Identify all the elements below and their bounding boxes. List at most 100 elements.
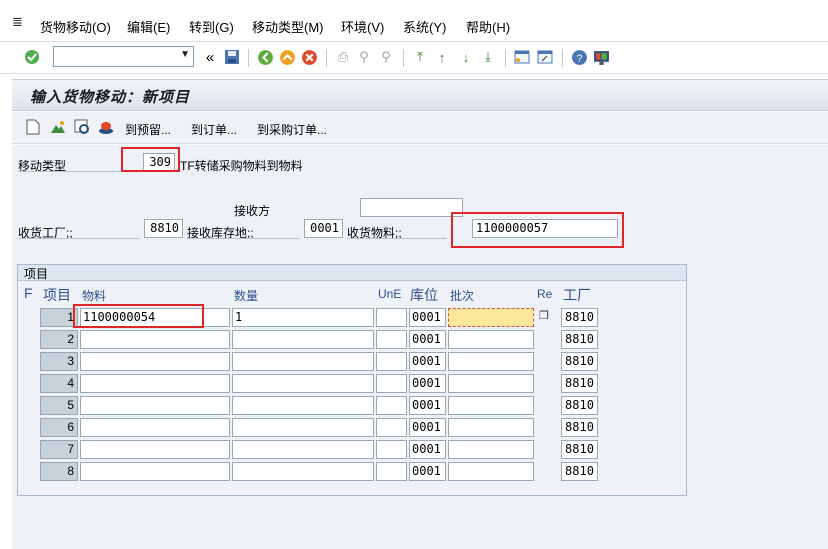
sloc-cell[interactable]: 0001: [409, 330, 446, 349]
menu-list-icon[interactable]: ≣: [12, 14, 23, 30]
material-cell[interactable]: [80, 462, 230, 481]
mountain-icon[interactable]: [50, 119, 66, 138]
shortcut-icon[interactable]: [535, 47, 555, 67]
row-number[interactable]: 5: [40, 396, 78, 415]
plant-cell[interactable]: 8810: [561, 440, 598, 459]
plant-cell[interactable]: 8810: [561, 396, 598, 415]
to-order-button[interactable]: 到订单...: [191, 121, 237, 138]
print-icon[interactable]: ⎙: [333, 47, 353, 67]
sloc-cell[interactable]: 0001: [409, 308, 446, 327]
back-double-arrow-icon[interactable]: «: [200, 47, 220, 67]
col-header-batch[interactable]: 批次: [450, 287, 474, 304]
une-cell[interactable]: [376, 330, 407, 349]
quantity-cell[interactable]: [232, 462, 374, 481]
batch-cell[interactable]: [448, 352, 534, 371]
plant-cell[interactable]: 8810: [561, 374, 598, 393]
next-page-icon[interactable]: ↓: [456, 47, 476, 67]
prev-page-icon[interactable]: ↑: [432, 47, 452, 67]
help-icon[interactable]: ?: [569, 47, 589, 67]
find-icon[interactable]: ⚲: [354, 47, 374, 67]
menu-goto[interactable]: 转到(G): [189, 17, 234, 36]
row-number[interactable]: 1: [40, 308, 78, 327]
sloc-cell[interactable]: 0001: [409, 396, 446, 415]
material-cell[interactable]: 1100000054: [80, 308, 230, 327]
une-cell[interactable]: [376, 352, 407, 371]
menu-environment[interactable]: 环境(V): [341, 17, 384, 36]
une-cell[interactable]: [376, 440, 407, 459]
receiver-field[interactable]: [360, 198, 463, 217]
find-next-icon[interactable]: ⚲: [376, 47, 396, 67]
material-cell[interactable]: [80, 418, 230, 437]
une-cell[interactable]: [376, 308, 407, 327]
to-reservation-button[interactable]: 到预留...: [125, 121, 171, 138]
menu-edit[interactable]: 编辑(E): [127, 17, 170, 36]
to-purchase-order-button[interactable]: 到采购订单...: [257, 121, 327, 138]
row-number[interactable]: 2: [40, 330, 78, 349]
chevron-down-icon[interactable]: ▼: [180, 49, 190, 60]
quantity-cell[interactable]: [232, 418, 374, 437]
menu-help[interactable]: 帮助(H): [466, 17, 510, 36]
col-header-sloc[interactable]: 库位: [410, 285, 438, 305]
quantity-cell[interactable]: [232, 440, 374, 459]
copy-icon[interactable]: ❐: [537, 310, 551, 324]
cancel-icon[interactable]: [299, 47, 319, 67]
quantity-cell[interactable]: [232, 374, 374, 393]
material-cell[interactable]: [80, 330, 230, 349]
row-number[interactable]: 7: [40, 440, 78, 459]
material-cell[interactable]: [80, 352, 230, 371]
quantity-cell[interactable]: [232, 352, 374, 371]
sloc-cell[interactable]: 0001: [409, 418, 446, 437]
une-cell[interactable]: [376, 462, 407, 481]
quantity-cell[interactable]: 1: [232, 308, 374, 327]
exit-icon[interactable]: [277, 47, 297, 67]
batch-cell[interactable]: [448, 396, 534, 415]
col-header-material[interactable]: 物料: [82, 287, 106, 304]
une-cell[interactable]: [376, 418, 407, 437]
hold-icon[interactable]: [98, 119, 114, 138]
plant-cell[interactable]: 8810: [561, 308, 598, 327]
row-number[interactable]: 6: [40, 418, 78, 437]
sloc-cell[interactable]: 0001: [409, 374, 446, 393]
col-header-item[interactable]: 项目: [43, 285, 71, 305]
batch-cell[interactable]: [448, 330, 534, 349]
movement-type-field[interactable]: 309: [143, 153, 175, 172]
row-number[interactable]: 4: [40, 374, 78, 393]
first-page-icon[interactable]: ⤒: [410, 47, 430, 67]
customize-layout-icon[interactable]: [591, 47, 611, 67]
batch-cell[interactable]: [448, 418, 534, 437]
batch-cell[interactable]: [448, 462, 534, 481]
new-document-icon[interactable]: [26, 119, 40, 138]
sloc-cell[interactable]: 0001: [409, 462, 446, 481]
last-page-icon[interactable]: ⤓: [478, 47, 498, 67]
sloc-cell[interactable]: 0001: [409, 440, 446, 459]
sloc-cell[interactable]: 0001: [409, 352, 446, 371]
receiving-plant-field[interactable]: 8810: [144, 219, 183, 238]
menu-movement-type[interactable]: 移动类型(M): [252, 17, 324, 36]
display-detail-icon[interactable]: [74, 119, 90, 138]
plant-cell[interactable]: 8810: [561, 462, 598, 481]
une-cell[interactable]: [376, 374, 407, 393]
col-header-quantity[interactable]: 数量: [234, 287, 258, 304]
row-number[interactable]: 3: [40, 352, 78, 371]
batch-cell[interactable]: [448, 440, 534, 459]
col-header-une[interactable]: UnE: [378, 287, 401, 301]
quantity-cell[interactable]: [232, 330, 374, 349]
batch-cell[interactable]: [448, 374, 534, 393]
row-number[interactable]: 8: [40, 462, 78, 481]
save-icon[interactable]: [222, 47, 242, 67]
create-session-icon[interactable]: [512, 47, 532, 67]
material-cell[interactable]: [80, 396, 230, 415]
plant-cell[interactable]: 8810: [561, 418, 598, 437]
menu-system[interactable]: 系统(Y): [403, 17, 446, 36]
plant-cell[interactable]: 8810: [561, 330, 598, 349]
une-cell[interactable]: [376, 396, 407, 415]
plant-cell[interactable]: 8810: [561, 352, 598, 371]
quantity-cell[interactable]: [232, 396, 374, 415]
col-header-f[interactable]: F: [24, 285, 33, 301]
material-cell[interactable]: [80, 374, 230, 393]
receiving-material-field[interactable]: 1100000057: [472, 219, 618, 238]
command-field[interactable]: ▼: [53, 46, 194, 67]
batch-cell[interactable]: [448, 308, 534, 327]
menu-goods-movement[interactable]: 货物移动(O): [40, 17, 111, 36]
col-header-plant[interactable]: 工厂: [563, 285, 591, 305]
